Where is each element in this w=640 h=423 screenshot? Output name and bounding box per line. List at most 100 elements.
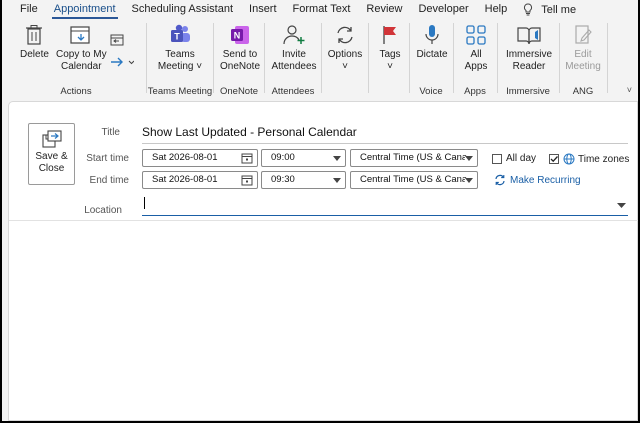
calendar-icon[interactable] — [241, 174, 253, 186]
start-date-field[interactable]: Sat 2026-08-01 — [142, 149, 258, 167]
group-immersive: Immersive Reader Immersive — [498, 19, 558, 98]
all-day-box[interactable] — [492, 153, 502, 164]
all-day-checkbox[interactable]: All day — [492, 153, 536, 164]
end-time-field[interactable]: 09:30 — [261, 171, 346, 189]
start-timezone-value: Central Time (US & Cana — [360, 152, 468, 163]
arrow-right-icon — [111, 57, 134, 67]
options-refresh-icon — [337, 26, 353, 44]
tab-file[interactable]: File — [12, 0, 46, 19]
title-underline — [142, 143, 628, 144]
invite-label-1: Invite — [282, 49, 306, 60]
ribbon-separator — [607, 23, 608, 93]
start-time-label: Start time — [86, 153, 129, 164]
calendar-icon[interactable] — [241, 152, 253, 164]
make-recurring-button[interactable]: Make Recurring — [494, 174, 581, 186]
edit-meeting-button[interactable]: Edit Meeting — [562, 19, 604, 73]
end-time-label: End time — [89, 175, 129, 186]
start-date-value: Sat 2026-08-01 — [152, 152, 218, 163]
onenote-icon: N — [231, 26, 249, 44]
teams-meeting-button[interactable]: T Teams Meeting ˅ — [153, 19, 207, 73]
edit-meeting-icon — [575, 25, 592, 44]
chevron-down-icon: ˅ — [342, 61, 348, 72]
teams-icon: T — [171, 24, 190, 42]
tell-me-search[interactable]: Tell me — [523, 3, 576, 16]
calendar-copy-icon — [70, 26, 90, 44]
microphone-icon — [425, 25, 439, 44]
end-timezone-select[interactable]: Central Time (US & Cana — [350, 171, 478, 189]
invite-person-icon — [283, 25, 305, 45]
apps-grid-icon — [466, 25, 486, 45]
trash-icon — [26, 25, 43, 45]
appointment-form: Save & Close Title Show Last Updated - P… — [8, 101, 638, 421]
tab-scheduling-assistant[interactable]: Scheduling Assistant — [124, 0, 242, 19]
tab-insert[interactable]: Insert — [241, 0, 285, 19]
copy-to-my-calendar-button[interactable]: Copy to My Calendar — [56, 19, 107, 73]
save-close-icon — [41, 130, 62, 148]
tags-label: Tags — [379, 49, 401, 60]
location-label: Location — [84, 205, 122, 216]
teams-label-1: Teams — [165, 49, 195, 60]
group-apps-label: Apps — [464, 86, 486, 97]
collapse-ribbon-icon[interactable]: ˅ — [627, 85, 632, 95]
tell-me-label: Tell me — [541, 3, 577, 16]
delete-button[interactable]: Delete — [20, 19, 49, 61]
end-time-value: 09:30 — [271, 174, 295, 185]
group-immersive-label: Immersive — [506, 86, 550, 97]
title-label: Title — [101, 127, 120, 138]
teams-label-2: Meeting ˅ — [157, 61, 203, 72]
tab-help[interactable]: Help — [477, 0, 516, 19]
calendar-arrow-icon — [110, 34, 124, 46]
end-date-field[interactable]: Sat 2026-08-01 — [142, 171, 258, 189]
immersive-label-1: Immersive — [505, 49, 553, 60]
make-recurring-label: Make Recurring — [510, 174, 581, 186]
group-teams-meeting: T Teams Meeting ˅ Teams Meeting — [147, 19, 213, 98]
group-attendees: Invite Attendees Attendees — [265, 19, 321, 98]
chevron-down-icon[interactable] — [465, 156, 473, 161]
chevron-down-icon[interactable] — [465, 178, 473, 183]
tab-format-text[interactable]: Format Text — [285, 0, 359, 19]
checkmark-icon — [550, 156, 558, 163]
ribbon-tabs: File Appointment Scheduling Assistant In… — [2, 0, 638, 19]
svg-text:N: N — [234, 31, 241, 41]
end-timezone-value: Central Time (US & Cana — [360, 174, 468, 185]
chevron-down-icon[interactable] — [617, 203, 626, 208]
start-time-field[interactable]: 09:00 — [261, 149, 346, 167]
dictate-label: Dictate — [416, 49, 448, 60]
group-options: Options ˅ — [322, 19, 366, 98]
chevron-down-icon[interactable] — [333, 156, 341, 161]
tab-appointment[interactable]: Appointment — [46, 0, 124, 19]
tags-button[interactable]: Tags ˅ — [373, 19, 407, 73]
outlook-appointment-window: File Appointment Scheduling Assistant In… — [2, 0, 638, 421]
immersive-reader-button[interactable]: Immersive Reader — [502, 19, 556, 73]
invite-attendees-button[interactable]: Invite Attendees — [269, 19, 319, 73]
all-apps-button[interactable]: All Apps — [458, 19, 494, 73]
calendar-small-button[interactable] — [110, 29, 124, 49]
tab-review[interactable]: Review — [358, 0, 410, 19]
options-label: Options — [327, 49, 363, 60]
title-input[interactable]: Show Last Updated - Personal Calendar — [142, 125, 357, 139]
svg-text:T: T — [174, 32, 180, 42]
save-label-2: Close — [38, 163, 65, 174]
dictate-button[interactable]: Dictate — [414, 19, 450, 61]
delete-label: Delete — [20, 49, 49, 60]
start-timezone-select[interactable]: Central Time (US & Cana — [350, 149, 478, 167]
tab-developer[interactable]: Developer — [410, 0, 476, 19]
forward-button[interactable] — [110, 51, 134, 71]
time-zones-box[interactable] — [549, 154, 559, 164]
group-tags: Tags ˅ — [369, 19, 409, 98]
onenote-label-1: Send to — [222, 49, 258, 60]
chevron-down-icon[interactable] — [333, 178, 341, 183]
options-button[interactable]: Options ˅ — [324, 19, 366, 73]
copy-label-1: Copy to My — [56, 49, 107, 60]
time-zones-label: Time zones — [578, 153, 630, 165]
group-apps: All Apps Apps — [454, 19, 496, 98]
send-to-onenote-button[interactable]: N Send to OneNote — [218, 19, 262, 73]
copy-label-2: Calendar — [60, 61, 102, 72]
time-zones-checkbox[interactable]: Time zones — [549, 153, 629, 165]
immersive-reader-icon — [517, 27, 541, 45]
ribbon: Delete Copy to My Calendar Actions T Tea… — [2, 19, 638, 98]
edit-meeting-label-1: Edit — [574, 49, 592, 60]
group-voice: Dictate Voice — [410, 19, 452, 98]
onenote-label-2: OneNote — [219, 61, 261, 72]
location-underline — [142, 215, 628, 216]
